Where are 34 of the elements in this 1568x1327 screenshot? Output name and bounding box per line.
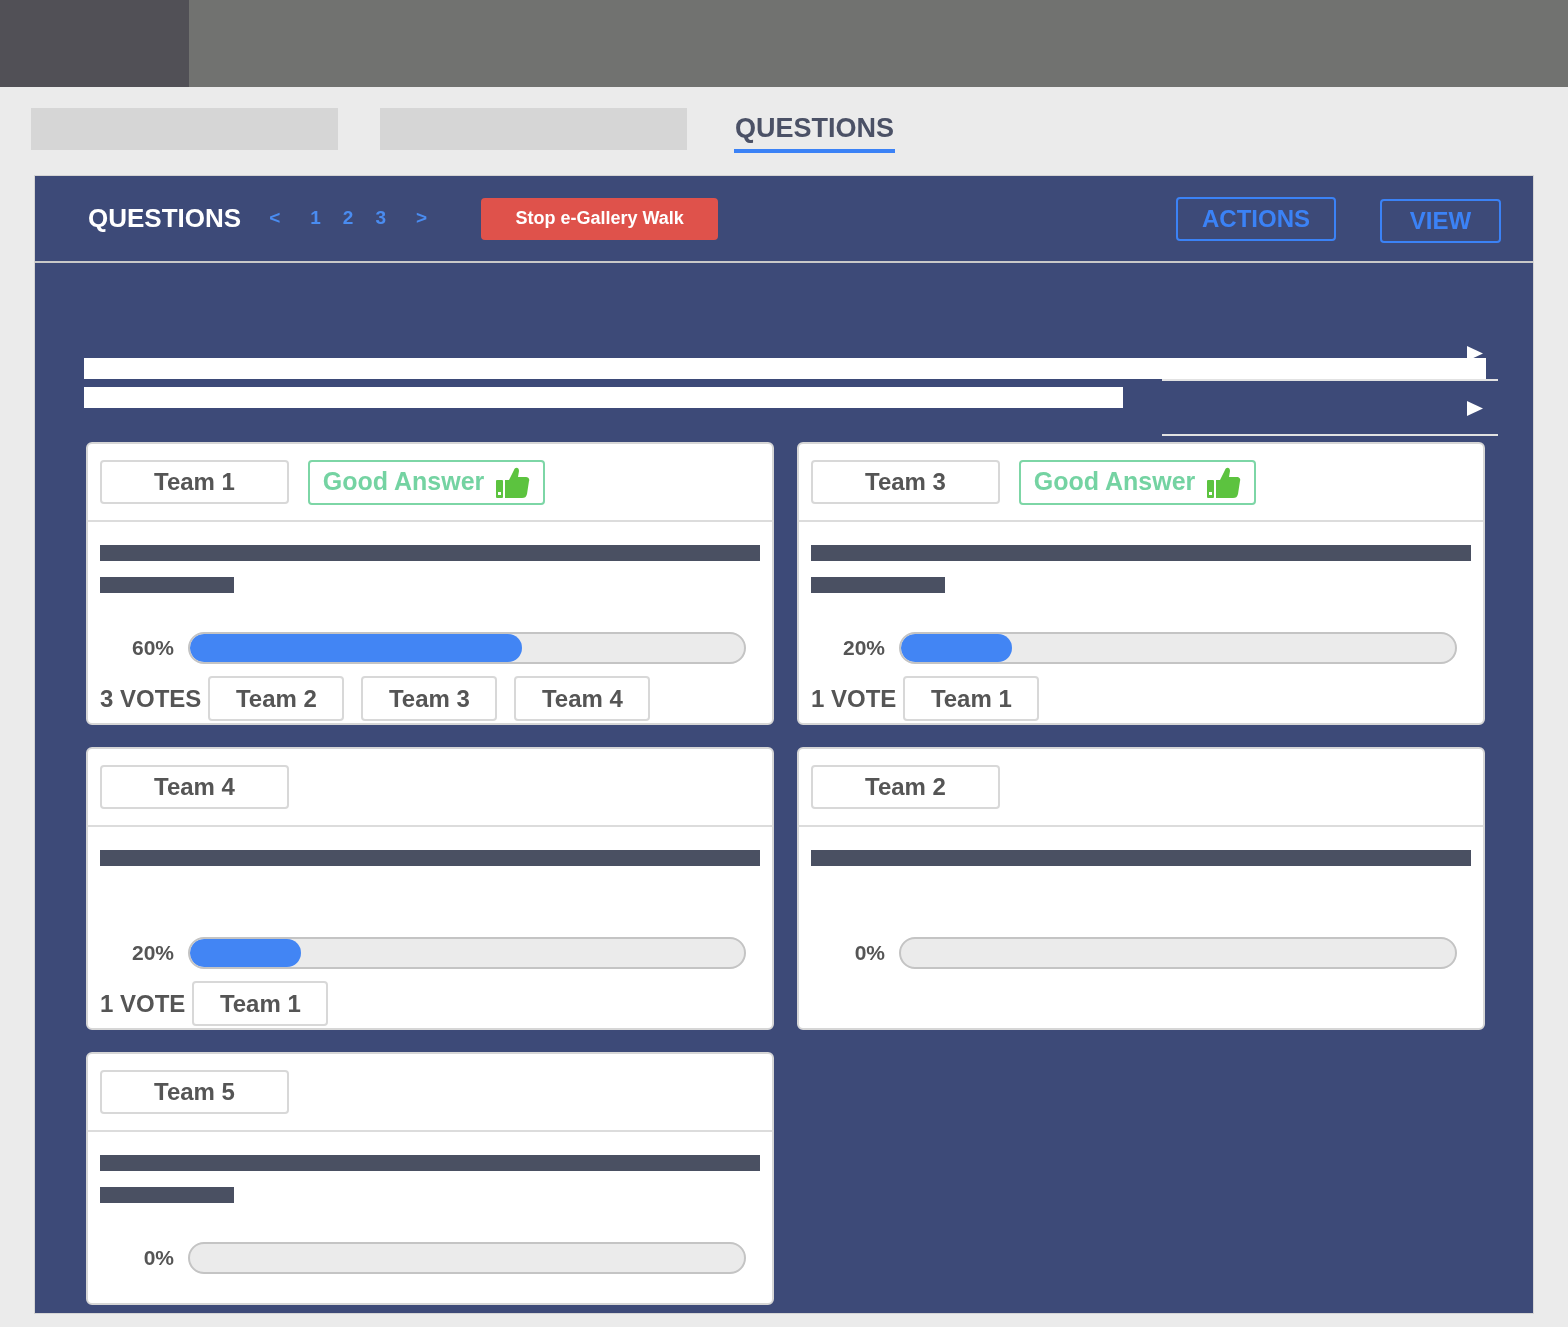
vote-percent: 60% [130,635,174,662]
page-link[interactable]: 3 [375,204,386,233]
vote-count: 1 VOTE [100,988,186,1019]
voter-chip: Team 4 [514,676,651,721]
next-page-link[interactable]: > [416,204,428,233]
team-label: Team 3 [811,460,1000,504]
previous-page-link[interactable]: < [269,204,281,233]
team-label: Team 1 [100,460,289,504]
vote-percent: 0% [142,1245,174,1272]
team-label: Team 5 [100,1070,289,1114]
triangle-icon [1467,401,1483,416]
voter-chip: Team 3 [361,676,498,721]
vote-count: 3 VOTES [100,683,202,714]
team-label: Team 2 [811,765,1000,809]
vote-percent: 20% [841,635,885,662]
panel-title: QUESTIONS [88,202,242,235]
stop-gallery-walk-button[interactable]: Stop e-Gallery Walk [481,197,719,240]
page-link[interactable]: 2 [342,204,354,233]
vote-percent: 0% [853,940,885,967]
actions-button[interactable]: ACTIONS [1176,196,1336,241]
view-button[interactable]: VIEW [1380,199,1501,243]
thumbs-up-icon [1207,466,1242,498]
triangle-icon [1467,346,1483,361]
team-label: Team 4 [100,765,289,809]
vote-percent: 20% [130,940,174,967]
tab[interactable]: QUESTIONS [734,108,896,153]
voter-chip: Team 1 [903,676,1040,721]
vote-count: 1 VOTE [811,683,897,714]
good-answer-label: Good Answer [322,466,485,498]
good-answer-label: Good Answer [1033,466,1196,498]
voter-chip: Team 1 [192,981,329,1026]
voter-chip: Team 2 [208,676,345,721]
thumbs-up-icon [496,466,531,498]
page-link[interactable]: 1 [310,204,321,233]
